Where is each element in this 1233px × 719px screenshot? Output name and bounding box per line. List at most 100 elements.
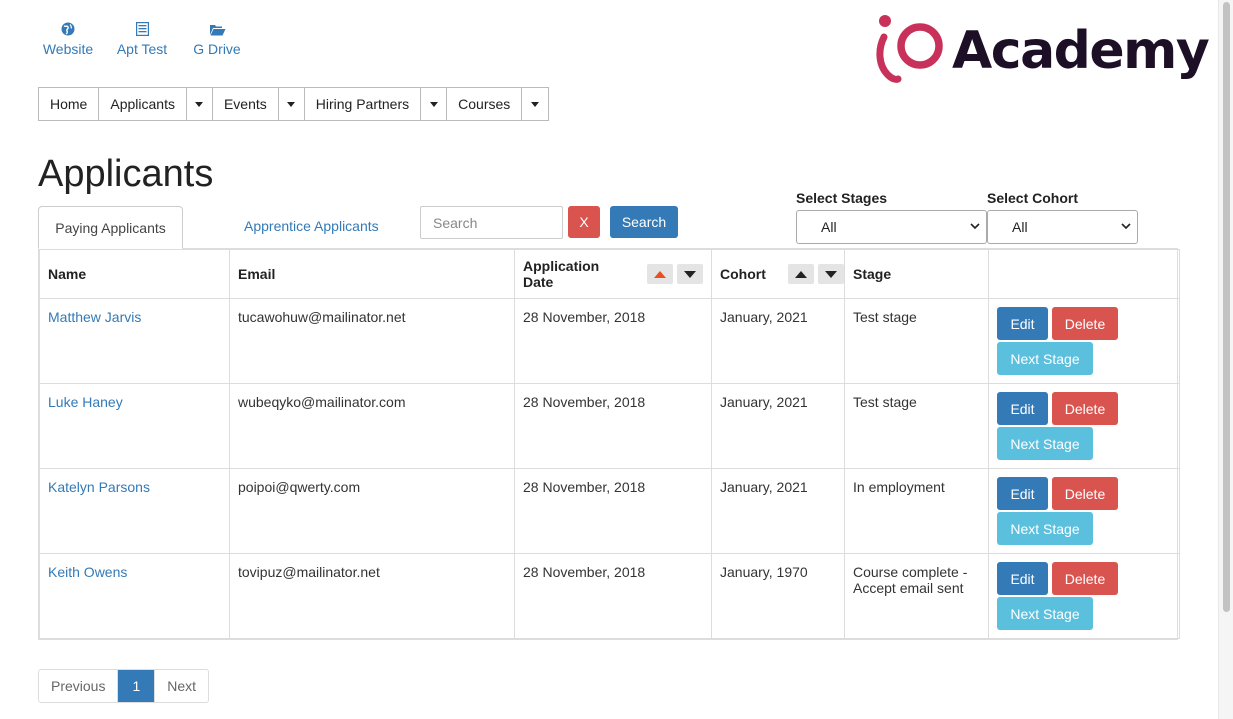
tab-paying-applicants[interactable]: Paying Applicants xyxy=(38,206,183,249)
delete-button[interactable]: Delete xyxy=(1052,562,1118,595)
row-actions: Edit Delete Next Stage xyxy=(988,553,1180,639)
sort-up-icon xyxy=(654,270,666,278)
select-cohort-dropdown[interactable]: All xyxy=(987,210,1138,244)
applicant-stage: In employment xyxy=(844,468,989,554)
apt-test-link[interactable]: Apt Test xyxy=(116,20,168,57)
search-button[interactable]: Search xyxy=(610,206,678,238)
pagination-next[interactable]: Next xyxy=(155,670,208,702)
table-row: Katelyn Parsons poipoi@qwerty.com 28 Nov… xyxy=(39,468,1180,554)
applicant-stage: Course complete - Accept email sent xyxy=(844,553,989,639)
row-actions: Edit Delete Next Stage xyxy=(988,383,1180,469)
applicant-email: wubeqyko@mailinator.com xyxy=(229,383,515,469)
chevron-down-icon xyxy=(1121,223,1131,230)
applicant-name-link[interactable]: Matthew Jarvis xyxy=(48,309,141,325)
applicant-email: tucawohuw@mailinator.net xyxy=(229,298,515,384)
delete-button[interactable]: Delete xyxy=(1052,477,1118,510)
pagination-page-1[interactable]: 1 xyxy=(118,670,156,702)
delete-button[interactable]: Delete xyxy=(1052,392,1118,425)
sort-cohort-asc-button[interactable] xyxy=(787,264,814,284)
applicant-date: 28 November, 2018 xyxy=(514,468,712,554)
nav-applicants-dropdown[interactable] xyxy=(187,88,213,120)
sort-date-asc-button[interactable] xyxy=(647,264,673,284)
nav-courses[interactable]: Courses xyxy=(447,88,523,120)
applicant-name-link[interactable]: Katelyn Parsons xyxy=(48,479,150,495)
sort-down-icon xyxy=(684,270,696,278)
select-stages-label: Select Stages xyxy=(796,190,888,206)
applicant-date: 28 November, 2018 xyxy=(514,298,712,384)
applicants-table: Name Email Application Date Cohort Stage… xyxy=(38,248,1180,640)
chevron-down-icon xyxy=(970,223,980,230)
sort-date-desc-button[interactable] xyxy=(677,264,703,284)
nav-events-dropdown[interactable] xyxy=(279,88,305,120)
applicant-stage: Test stage xyxy=(844,383,989,469)
io-logo-mark-icon xyxy=(876,15,943,83)
caret-down-icon xyxy=(531,101,540,107)
website-link[interactable]: Website xyxy=(42,20,94,57)
caret-down-icon xyxy=(429,101,438,107)
page-scrollbar[interactable] xyxy=(1218,0,1233,719)
next-stage-button[interactable]: Next Stage xyxy=(997,427,1093,460)
row-actions: Edit Delete Next Stage xyxy=(988,468,1180,554)
select-stages-value: All xyxy=(821,219,837,235)
applicant-name-link[interactable]: Luke Haney xyxy=(48,394,123,410)
select-cohort-value: All xyxy=(1012,219,1028,235)
applicant-date: 28 November, 2018 xyxy=(514,383,712,469)
g-drive-link[interactable]: G Drive xyxy=(192,20,242,57)
table-row: Keith Owens tovipuz@mailinator.net 28 No… xyxy=(39,553,1180,639)
col-header-application-date-label: Application Date xyxy=(523,258,600,290)
applicant-cohort: January, 2021 xyxy=(711,468,845,554)
select-stages-dropdown[interactable]: All xyxy=(796,210,987,244)
clear-search-button[interactable]: X xyxy=(568,206,600,238)
col-header-actions xyxy=(988,249,1180,299)
applicant-stage: Test stage xyxy=(844,298,989,384)
next-stage-button[interactable]: Next Stage xyxy=(997,597,1093,630)
col-header-stage: Stage xyxy=(844,249,989,299)
applicant-date: 28 November, 2018 xyxy=(514,553,712,639)
search-input[interactable] xyxy=(420,206,563,239)
row-actions: Edit Delete Next Stage xyxy=(988,298,1180,384)
globe-icon xyxy=(61,20,75,38)
table-row: Matthew Jarvis tucawohuw@mailinator.net … xyxy=(39,298,1180,384)
caret-down-icon xyxy=(195,101,204,107)
nav-events[interactable]: Events xyxy=(213,88,279,120)
applicant-cohort: January, 2021 xyxy=(711,383,845,469)
page-title: Applicants xyxy=(38,153,214,195)
nav-applicants[interactable]: Applicants xyxy=(99,88,187,120)
col-header-application-date: Application Date xyxy=(514,249,712,299)
nav-hiring-partners[interactable]: Hiring Partners xyxy=(305,88,422,120)
g-drive-link-label: G Drive xyxy=(193,41,241,57)
next-stage-button[interactable]: Next Stage xyxy=(997,342,1093,375)
pagination-previous[interactable]: Previous xyxy=(39,670,119,702)
applicant-email: tovipuz@mailinator.net xyxy=(229,553,515,639)
main-nav: Home Applicants Events Hiring Partners C… xyxy=(38,87,550,121)
col-header-email: Email xyxy=(229,249,515,299)
edit-button[interactable]: Edit xyxy=(997,307,1048,340)
caret-down-icon xyxy=(287,101,296,107)
sort-up-icon xyxy=(794,270,807,278)
nav-hiring-partners-dropdown[interactable] xyxy=(421,88,448,120)
col-header-cohort: Cohort xyxy=(711,249,845,299)
edit-button[interactable]: Edit xyxy=(997,562,1048,595)
scrollbar-thumb[interactable] xyxy=(1223,2,1230,612)
pagination: Previous 1 Next xyxy=(38,669,210,703)
applicant-cohort: January, 2021 xyxy=(711,298,845,384)
tab-apprentice-applicants[interactable]: Apprentice Applicants xyxy=(244,218,379,234)
table-row: Luke Haney wubeqyko@mailinator.com 28 No… xyxy=(39,383,1180,469)
delete-button[interactable]: Delete xyxy=(1052,307,1118,340)
col-header-cohort-label: Cohort xyxy=(720,266,766,282)
list-icon xyxy=(135,20,149,38)
logo-text: Academy xyxy=(952,21,1210,81)
folder-open-icon xyxy=(209,20,226,38)
applicant-name-link[interactable]: Keith Owens xyxy=(48,564,127,580)
table-header-row: Name Email Application Date Cohort Stage xyxy=(39,249,1180,299)
applicant-email: poipoi@qwerty.com xyxy=(229,468,515,554)
apt-test-link-label: Apt Test xyxy=(116,41,168,57)
nav-home[interactable]: Home xyxy=(39,88,100,120)
nav-courses-dropdown[interactable] xyxy=(522,88,548,120)
sort-down-icon xyxy=(824,270,837,278)
next-stage-button[interactable]: Next Stage xyxy=(997,512,1093,545)
applicant-cohort: January, 1970 xyxy=(711,553,845,639)
edit-button[interactable]: Edit xyxy=(997,477,1048,510)
edit-button[interactable]: Edit xyxy=(997,392,1048,425)
sort-cohort-desc-button[interactable] xyxy=(817,264,844,284)
